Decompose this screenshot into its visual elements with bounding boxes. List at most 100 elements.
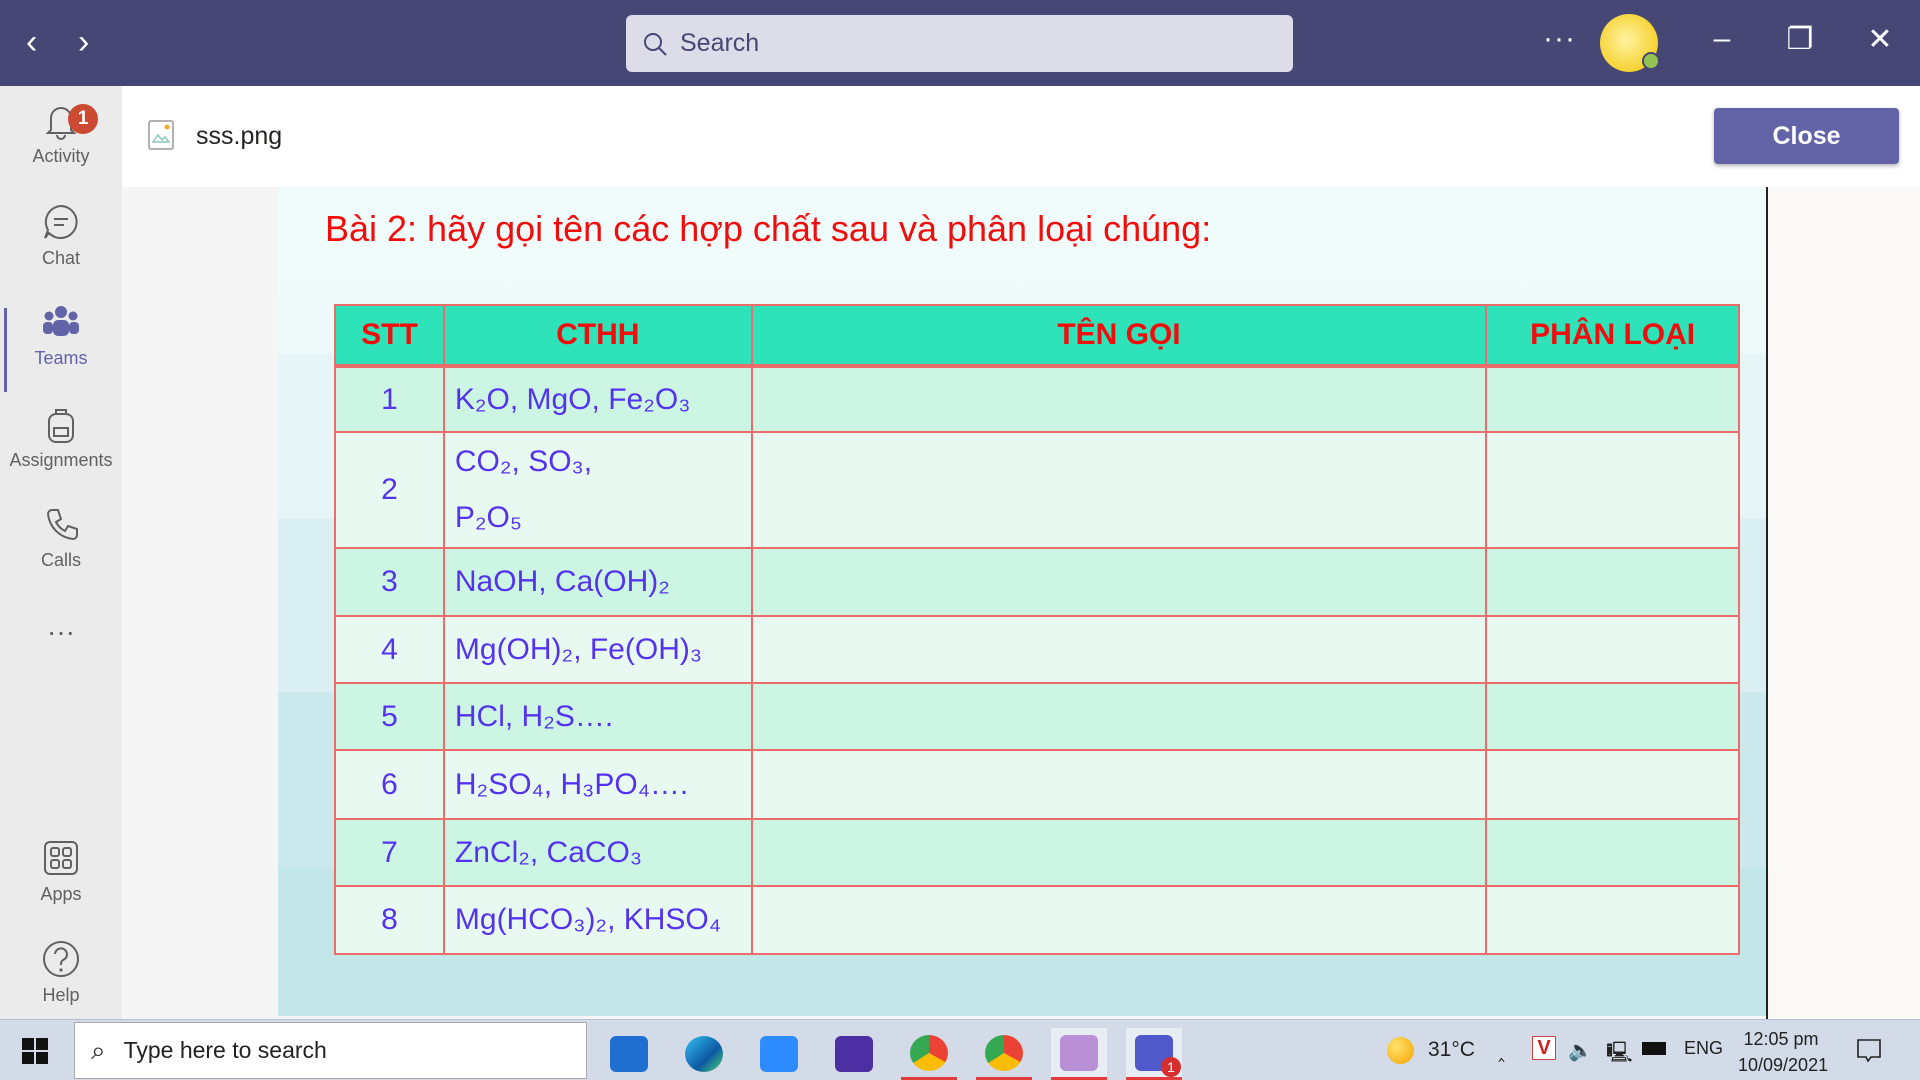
close-button[interactable]: Close — [1714, 108, 1899, 164]
search-icon: ⌕ — [91, 1034, 106, 1065]
stt-cell: 7 — [334, 818, 445, 887]
formula: NaOH, Ca(OH)₂ — [454, 565, 670, 598]
network-icon[interactable]: 🖳 — [1606, 1038, 1633, 1072]
ten-goi-cell — [750, 365, 1488, 433]
teams-badge: 1 — [1161, 1056, 1181, 1077]
formula: Mg(HCO₃)₂, KHSO₄ — [454, 903, 722, 936]
exercise-title: Bài 2: hãy gọi tên các hợp chất sau và p… — [325, 208, 1212, 249]
phan-loai-cell — [1485, 818, 1740, 887]
image-file-icon — [148, 120, 174, 150]
windows-start-icon[interactable] — [22, 1038, 48, 1064]
ten-goi-cell — [750, 885, 1488, 955]
stt-cell: 3 — [334, 547, 445, 617]
date: 10/09/2021 — [1738, 1055, 1829, 1075]
teams-app-icon[interactable]: 1 — [1126, 1028, 1182, 1080]
clock[interactable]: 12:05 pm 10/09/2021 — [1738, 1026, 1829, 1078]
viewer-right-margin — [1766, 187, 1920, 1019]
avatar[interactable] — [1600, 14, 1660, 72]
cthh-cell: K₂O, MgO, Fe₂O₃ — [442, 365, 753, 433]
sidebar-item-help[interactable]: Help — [0, 939, 122, 1029]
taskbar-search-placeholder: Type here to search — [123, 1037, 327, 1063]
table-row: 7 ZnCl₂, CaCO₃ — [334, 818, 1740, 887]
sidebar-item-activity[interactable]: 1 Activity — [0, 100, 122, 190]
table-header-row: STT CTHH TÊN GỌI PHÂN LOẠI — [334, 304, 1740, 368]
formula: Mg(OH)₂, Fe(OH)₃ — [454, 632, 703, 666]
table-row: 1 K₂O, MgO, Fe₂O₃ — [334, 365, 1740, 433]
formula: H₂SO₄, H₃PO₄…. — [454, 767, 689, 801]
chrome-app-icon-2[interactable] — [976, 1028, 1032, 1080]
mail-app-icon[interactable] — [601, 1028, 657, 1080]
zoom-app-icon[interactable] — [751, 1028, 807, 1080]
word-game-app-icon[interactable] — [826, 1028, 882, 1080]
more-apps-icon[interactable]: ··· — [0, 616, 122, 706]
photo-app-icon[interactable] — [1051, 1028, 1107, 1080]
sidebar-item-label: Help — [42, 985, 80, 1005]
formula: K₂O, MgO, Fe₂O₃ — [454, 382, 691, 416]
sidebar-item-label: Apps — [40, 884, 82, 904]
table-row: 6 H₂SO₄, H₃PO₄…. — [334, 749, 1740, 820]
stt-cell: 2 — [334, 431, 445, 549]
chat-icon — [44, 204, 78, 239]
forward-icon[interactable]: › — [78, 24, 89, 60]
phone-icon — [46, 509, 78, 541]
formula: HCl, H₂S…. — [454, 699, 614, 733]
apps-icon — [44, 841, 78, 875]
cthh-cell: Mg(OH)₂, Fe(OH)₃ — [442, 615, 753, 684]
phan-loai-cell — [1485, 365, 1740, 433]
phan-loai-cell — [1485, 431, 1740, 549]
search-placeholder: Search — [680, 29, 760, 57]
temperature[interactable]: 31°C — [1428, 1038, 1475, 1062]
ten-goi-cell — [750, 547, 1488, 617]
app-bar: 1 Activity Chat Teams Assignments Calls … — [0, 86, 122, 1019]
sidebar-item-assignments[interactable]: Assignments — [0, 404, 122, 494]
ten-goi-cell — [750, 818, 1488, 887]
minimize-icon[interactable]: – — [1702, 22, 1742, 56]
ten-goi-cell — [750, 615, 1488, 684]
weather-sun-icon[interactable] — [1387, 1037, 1414, 1064]
header-stt: STT — [334, 304, 445, 368]
cthh-cell: CO₂, SO₃, P₂O₅ — [442, 431, 753, 549]
sidebar-item-teams[interactable]: Teams — [0, 302, 122, 392]
chrome-app-icon[interactable] — [901, 1028, 957, 1080]
close-window-icon[interactable]: ✕ — [1860, 22, 1900, 57]
phan-loai-cell — [1485, 749, 1740, 820]
ten-goi-cell — [750, 431, 1488, 549]
cthh-cell: HCl, H₂S…. — [442, 682, 753, 751]
sidebar-item-calls[interactable]: Calls — [0, 504, 122, 594]
sidebar-item-apps[interactable]: Apps — [0, 838, 122, 928]
restore-icon[interactable]: ❐ — [1780, 22, 1820, 57]
file-viewer-header: sss.png Close — [122, 86, 1920, 187]
formula: ZnCl₂, CaCO₃ — [454, 835, 643, 869]
show-hidden-icons-icon[interactable]: ‸ — [1498, 1038, 1505, 1063]
taskbar-search-input[interactable]: ⌕ Type here to search — [74, 1022, 587, 1079]
sidebar-item-label: Teams — [34, 348, 88, 368]
table-row: 3 NaOH, Ca(OH)₂ — [334, 547, 1740, 617]
more-options-icon[interactable]: ··· — [1543, 22, 1576, 56]
notification-badge: 1 — [68, 104, 98, 134]
teams-icon — [43, 306, 79, 336]
phan-loai-cell — [1485, 885, 1740, 955]
edge-app-icon[interactable] — [676, 1028, 732, 1080]
volume-icon[interactable]: 🔈 — [1568, 1038, 1593, 1063]
stt-cell: 6 — [334, 749, 445, 820]
stt-cell: 5 — [334, 682, 445, 751]
battery-icon[interactable] — [1642, 1042, 1666, 1055]
stt-cell: 1 — [334, 365, 445, 433]
time: 12:05 pm — [1743, 1029, 1819, 1049]
search-input[interactable]: Search — [626, 15, 1293, 72]
table-row: 8 Mg(HCO₃)₂, KHSO₄ — [334, 885, 1740, 955]
sidebar-item-label: Activity — [32, 146, 90, 166]
antivirus-v-icon[interactable]: V — [1532, 1036, 1556, 1060]
notifications-icon[interactable] — [1856, 1038, 1882, 1064]
cthh-cell: Mg(HCO₃)₂, KHSO₄ — [442, 885, 753, 955]
sidebar-item-label: Assignments — [9, 450, 113, 470]
sidebar-item-chat[interactable]: Chat — [0, 202, 122, 292]
cthh-cell: H₂SO₄, H₃PO₄…. — [442, 749, 753, 820]
header-ten-goi: TÊN GỌI — [750, 304, 1488, 368]
phan-loai-cell — [1485, 682, 1740, 751]
cthh-cell: ZnCl₂, CaCO₃ — [442, 818, 753, 887]
language-indicator[interactable]: ENG — [1684, 1038, 1723, 1059]
back-icon[interactable]: ‹ — [26, 24, 37, 60]
title-bar: ‹ › Search ··· – ❐ ✕ — [0, 0, 1920, 86]
taskbar: ⌕ Type here to search 1 31°C ‸ V 🔈 🖳 ENG … — [0, 1019, 1920, 1080]
